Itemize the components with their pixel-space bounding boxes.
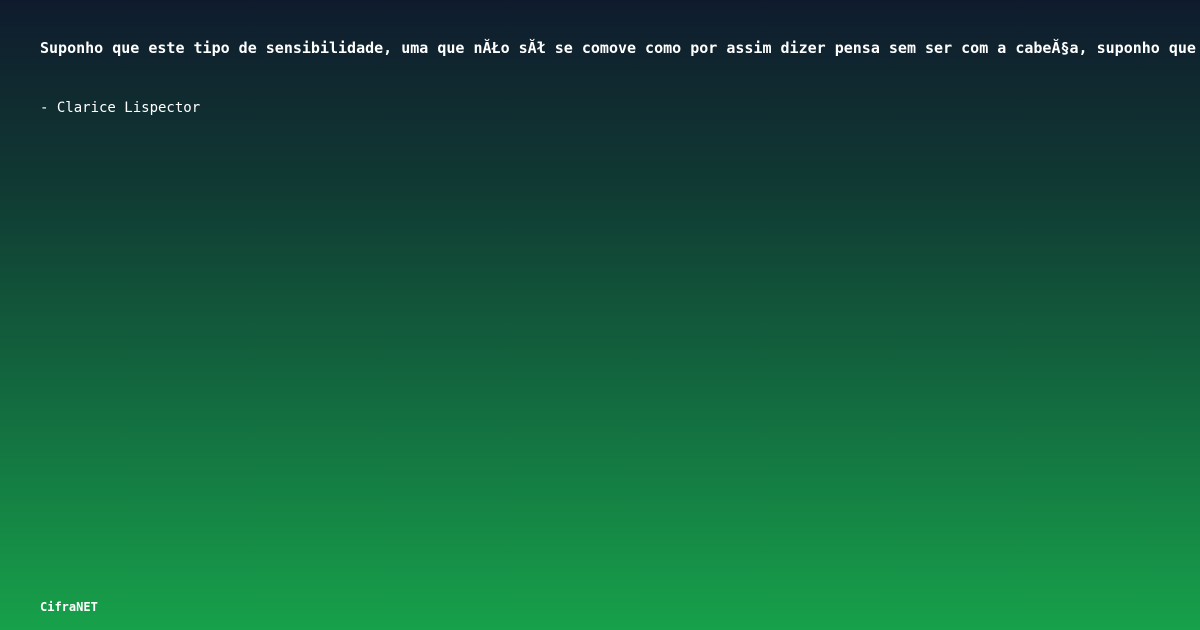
quote-text: Suponho que este tipo de sensibilidade, … xyxy=(40,39,1196,57)
quote-author: - Clarice Lispector xyxy=(40,100,201,116)
brand-label: CifraNET xyxy=(40,600,98,614)
